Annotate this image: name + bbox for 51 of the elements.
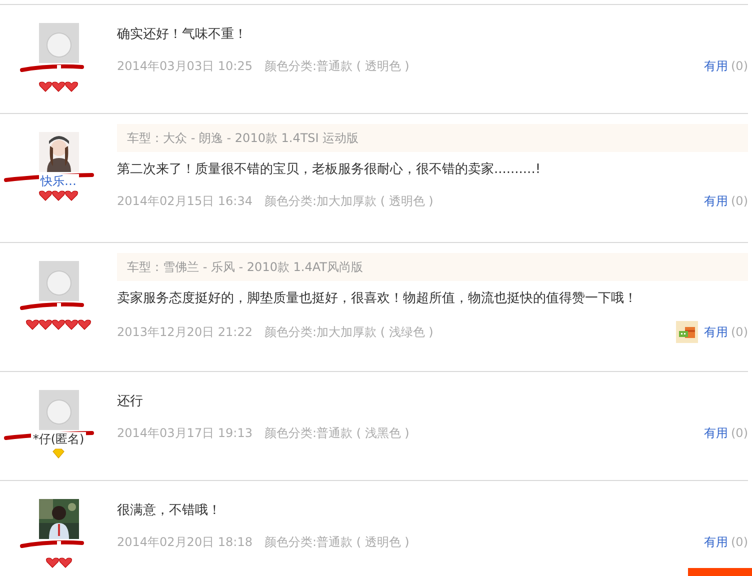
sku-info: 颜色分类:加大加厚款 ( 浅绿色 ) <box>264 324 434 341</box>
sku-info: 颜色分类:普通款 ( 浅黑色 ) <box>264 425 410 442</box>
useful-count: (0) <box>731 425 748 442</box>
default-avatar-icon[interactable] <box>38 390 78 430</box>
gift-icon[interactable] <box>676 321 698 343</box>
heart-icon <box>46 557 58 568</box>
heart-icon <box>52 81 65 92</box>
car-model-bar: 车型：雪佛兰 - 乐风 - 2010款 1.4AT风尚版 <box>117 253 748 281</box>
review-text: 确实还好！气味不重！ <box>117 26 248 44</box>
heart-icon <box>39 190 52 201</box>
redaction-scribble <box>20 540 84 548</box>
username[interactable]: *仔(匿名) <box>30 432 86 447</box>
review-date: 2014年03月17日 19:13 <box>117 425 252 442</box>
sku-info: 颜色分类:普通款 ( 透明色 ) <box>264 534 410 551</box>
useful-link[interactable]: 有用 <box>704 424 728 442</box>
review-date: 2014年02月20日 18:18 <box>117 534 252 551</box>
heart-icon <box>39 81 52 92</box>
heart-icon <box>39 319 52 330</box>
review-text: 很满意，不错哦！ <box>117 502 222 520</box>
useful-count: (0) <box>731 324 748 341</box>
heart-icon <box>58 557 72 568</box>
review-text: 第二次来了！质量很不错的宝贝，老板服务很耐心，很不错的卖家..........! <box>117 161 542 179</box>
useful-link[interactable]: 有用 <box>704 192 728 210</box>
heart-icon <box>65 81 78 92</box>
heart-icon <box>65 319 78 330</box>
heart-icon <box>52 190 65 201</box>
useful-count: (0) <box>731 534 748 551</box>
username[interactable]: 快乐… <box>38 174 78 189</box>
default-avatar-icon[interactable] <box>38 23 78 63</box>
useful-count: (0) <box>731 193 748 210</box>
heart-icon <box>78 319 91 330</box>
useful-count: (0) <box>731 58 748 75</box>
heart-icon <box>65 190 78 201</box>
redaction-scribble <box>20 64 84 72</box>
useful-link[interactable]: 有用 <box>704 57 728 75</box>
review-date: 2014年03月03日 10:25 <box>117 58 252 75</box>
sku-info: 颜色分类:普通款 ( 透明色 ) <box>264 58 410 75</box>
useful-link[interactable]: 有用 <box>704 323 728 341</box>
redaction-scribble <box>20 302 84 310</box>
avatar-silhouette-icon[interactable] <box>38 132 78 172</box>
default-avatar-icon[interactable] <box>38 261 78 301</box>
sku-info: 颜色分类:加大加厚款 ( 透明色 ) <box>264 193 434 210</box>
heart-icon <box>26 319 39 330</box>
review-text: 还行 <box>117 393 144 411</box>
review-text: 卖家服务态度挺好的，脚垫质量也挺好，很喜欢！物超所值，物流也挺快的值得赞一下哦！ <box>117 290 638 308</box>
review-date: 2013年12月20日 21:22 <box>117 324 252 341</box>
page-button[interactable] <box>688 568 752 576</box>
useful-link[interactable]: 有用 <box>704 533 728 551</box>
review-date: 2014年02月15日 16:34 <box>117 193 252 210</box>
car-model-bar: 车型：大众 - 朗逸 - 2010款 1.4TSI 运动版 <box>117 124 748 152</box>
heart-icon <box>52 319 65 330</box>
